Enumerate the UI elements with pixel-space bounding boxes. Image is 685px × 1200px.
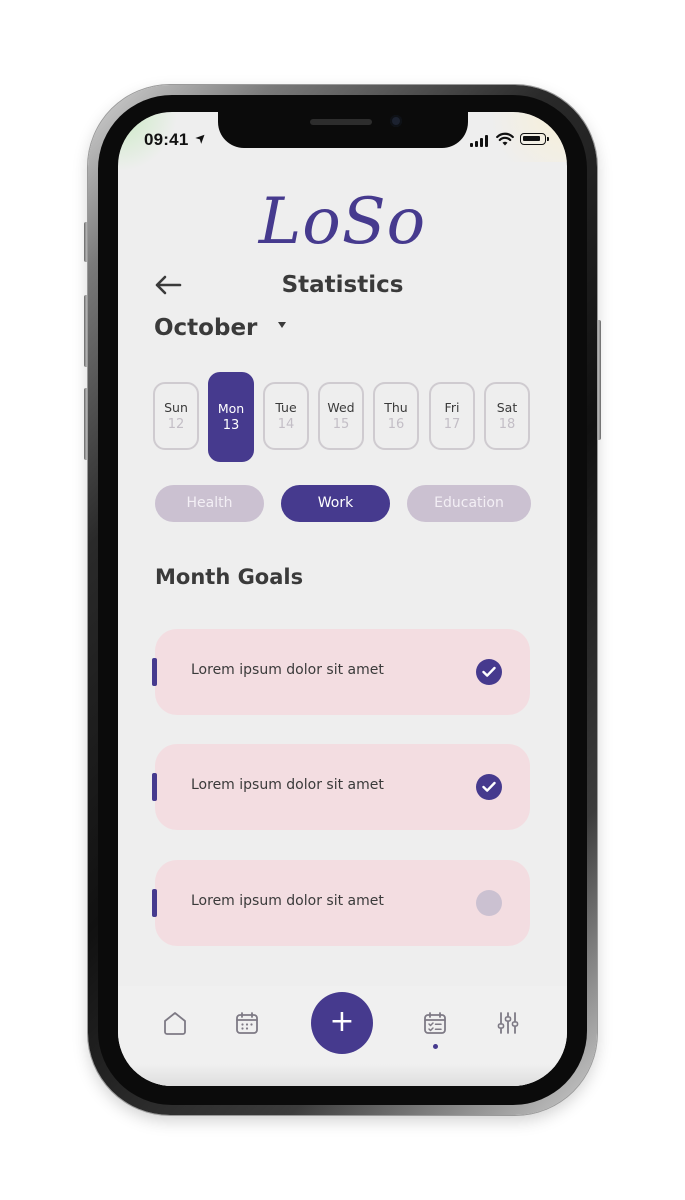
page-title: Statistics [281,272,404,298]
wifi-icon [496,132,514,146]
notch [218,112,468,148]
day-date: 17 [443,417,461,432]
day-name: Thu [384,400,408,415]
goal-card[interactable]: Lorem ipsum dolor sit amet [152,860,530,946]
day-thu[interactable]: Thu 16 [373,382,419,450]
day-date: 16 [387,417,405,432]
home-indicator-area [128,1064,557,1086]
front-camera [390,115,402,127]
device-mockup: 09:41 ➤ LoSo Statistics October Sun 12 M… [0,0,685,1200]
day-name: Wed [327,400,355,415]
signal-icon [470,135,490,147]
day-name: Mon [217,401,245,416]
day-name: Sun [164,400,188,415]
section-title: Month Goals [155,565,304,589]
day-wed[interactable]: Wed 15 [318,382,364,450]
goal-card[interactable]: Lorem ipsum dolor sit amet [152,629,530,715]
day-date: 12 [167,417,185,432]
calendar-icon[interactable] [234,1010,260,1036]
chip-work[interactable]: Work [281,485,390,522]
day-date: 13 [222,418,240,433]
day-date: 14 [277,417,295,432]
month-selector[interactable]: October [154,315,257,341]
day-mon[interactable]: Mon 13 [208,372,254,462]
day-date: 15 [332,417,350,432]
goal-accent-bar [152,658,157,686]
home-icon[interactable] [162,1010,188,1036]
check-icon[interactable] [476,774,502,800]
active-tab-indicator [433,1044,438,1049]
location-icon: ➤ [192,129,211,148]
app-screen: 09:41 ➤ LoSo Statistics October Sun 12 M… [118,112,567,1086]
day-name: Fri [444,400,460,415]
goal-text: Lorem ipsum dolor sit amet [191,893,384,909]
goal-text: Lorem ipsum dolor sit amet [191,777,384,793]
goal-accent-bar [152,889,157,917]
battery-icon [520,133,549,145]
day-name: Tue [275,400,297,415]
day-sat[interactable]: Sat 18 [484,382,530,450]
app-logo: LoSo [258,185,427,259]
unchecked-circle-icon[interactable] [476,890,502,916]
filters-icon[interactable] [495,1010,521,1036]
status-time: 09:41 [144,130,189,149]
day-fri[interactable]: Fri 17 [429,382,475,450]
chip-education[interactable]: Education [407,485,531,522]
day-name: Sat [496,400,518,415]
tasks-calendar-icon[interactable] [422,1010,448,1036]
speaker-grille [310,119,372,125]
day-date: 18 [498,417,516,432]
goal-text: Lorem ipsum dolor sit amet [191,662,384,678]
goal-card[interactable]: Lorem ipsum dolor sit amet [152,744,530,830]
add-icon: + [329,1004,355,1039]
goal-accent-bar [152,773,157,801]
add-button[interactable]: + [311,992,373,1054]
day-tue[interactable]: Tue 14 [263,382,309,450]
chevron-down-icon[interactable] [278,322,286,328]
day-sun[interactable]: Sun 12 [153,382,199,450]
chip-health[interactable]: Health [155,485,264,522]
check-icon[interactable] [476,659,502,685]
